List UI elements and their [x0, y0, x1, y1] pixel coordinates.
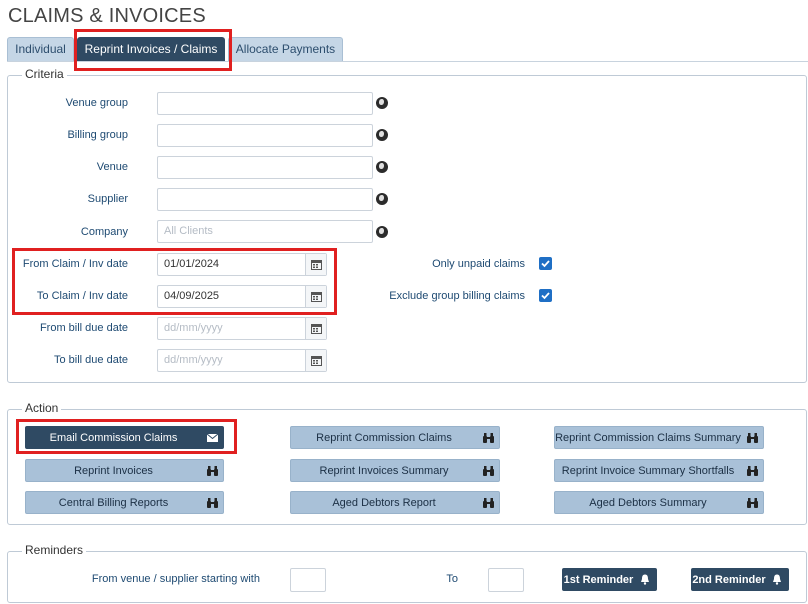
billing-group-input[interactable]: [157, 124, 373, 147]
binoculars-icon: [741, 465, 763, 476]
exclude-group-checkbox[interactable]: [539, 289, 552, 302]
reprint-commission-claims-button[interactable]: Reprint Commission Claims: [290, 426, 500, 449]
to-bill-due-label: To bill due date: [54, 354, 128, 366]
from-bill-due-input[interactable]: dd/mm/yyyy: [157, 317, 327, 340]
reprint-commission-claims-summary-label: Reprint Commission Claims Summary: [555, 431, 741, 444]
venue-group-input[interactable]: [157, 92, 373, 115]
tab-reprint-invoices-claims[interactable]: Reprint Invoices / Claims: [77, 37, 225, 61]
to-label: To: [446, 573, 458, 585]
reminders-legend: Reminders: [22, 543, 87, 557]
to-bill-due-input[interactable]: dd/mm/yyyy: [157, 349, 327, 372]
company-label: Company: [80, 226, 128, 238]
binoculars-icon: [741, 497, 763, 508]
to-claim-date-input[interactable]: 04/09/2025: [157, 285, 327, 308]
to-input[interactable]: [488, 568, 524, 592]
calendar-icon[interactable]: [305, 286, 326, 307]
bell-icon: [634, 574, 656, 585]
reprint-invoices-summary-label: Reprint Invoices Summary: [319, 464, 449, 477]
tab-allocate-payments[interactable]: Allocate Payments: [228, 37, 343, 61]
reprint-invoice-summary-shortfalls-button[interactable]: Reprint Invoice Summary Shortfalls: [554, 459, 764, 482]
aged-debtors-report-label: Aged Debtors Report: [332, 496, 436, 509]
first-reminder-button[interactable]: 1st Reminder: [562, 568, 657, 591]
company-input[interactable]: All Clients: [157, 220, 373, 243]
central-billing-reports-label: Central Billing Reports: [58, 496, 169, 509]
supplier-input[interactable]: [157, 188, 373, 211]
email-commission-claims-button[interactable]: Email Commission Claims: [25, 426, 224, 449]
aged-debtors-summary-label: Aged Debtors Summary: [589, 496, 707, 509]
reprint-commission-claims-summary-button[interactable]: Reprint Commission Claims Summary: [554, 426, 764, 449]
calendar-icon[interactable]: [305, 254, 326, 275]
binoculars-icon: [477, 465, 499, 476]
globe-icon[interactable]: [376, 193, 388, 205]
aged-debtors-report-button[interactable]: Aged Debtors Report: [290, 491, 500, 514]
exclude-group-label: Exclude group billing claims: [389, 290, 525, 302]
from-venue-supplier-input[interactable]: [290, 568, 326, 592]
second-reminder-button[interactable]: 2nd Reminder: [691, 568, 789, 591]
envelope-icon: [201, 433, 223, 442]
page-title: CLAIMS & INVOICES: [8, 5, 206, 27]
from-venue-supplier-label: From venue / supplier starting with: [91, 573, 260, 585]
from-claim-date-value: 01/01/2024: [164, 258, 220, 270]
from-claim-date-label: From Claim / Inv date: [22, 258, 128, 270]
action-legend: Action: [22, 401, 62, 415]
only-unpaid-label: Only unpaid claims: [432, 258, 525, 270]
calendar-icon[interactable]: [305, 350, 326, 371]
binoculars-icon: [741, 432, 763, 443]
to-bill-due-placeholder: dd/mm/yyyy: [164, 354, 223, 366]
binoculars-icon: [477, 432, 499, 443]
supplier-label: Supplier: [87, 193, 128, 205]
criteria-legend: Criteria: [22, 67, 67, 81]
tab-individual[interactable]: Individual: [7, 37, 74, 61]
bell-icon: [766, 574, 788, 585]
binoculars-icon: [201, 497, 223, 508]
binoculars-icon: [477, 497, 499, 508]
binoculars-icon: [201, 465, 223, 476]
reprint-invoices-button[interactable]: Reprint Invoices: [25, 459, 224, 482]
first-reminder-label: 1st Reminder: [563, 573, 634, 586]
tab-bar: Individual Reprint Invoices / Claims All…: [7, 37, 808, 62]
reprint-invoices-summary-button[interactable]: Reprint Invoices Summary: [290, 459, 500, 482]
to-claim-date-value: 04/09/2025: [164, 290, 220, 302]
globe-icon[interactable]: [376, 161, 388, 173]
billing-group-label: Billing group: [67, 129, 128, 141]
only-unpaid-checkbox[interactable]: [539, 257, 552, 270]
venue-input[interactable]: [157, 156, 373, 179]
to-claim-date-label: To Claim / Inv date: [36, 290, 128, 302]
aged-debtors-summary-button[interactable]: Aged Debtors Summary: [554, 491, 764, 514]
reprint-invoice-summary-shortfalls-label: Reprint Invoice Summary Shortfalls: [561, 464, 735, 477]
venue-label: Venue: [96, 161, 128, 173]
central-billing-reports-button[interactable]: Central Billing Reports: [25, 491, 224, 514]
email-commission-claims-label: Email Commission Claims: [49, 431, 178, 444]
second-reminder-label: 2nd Reminder: [692, 573, 766, 586]
globe-icon[interactable]: [376, 129, 388, 141]
globe-icon[interactable]: [376, 97, 388, 109]
from-bill-due-label: From bill due date: [39, 322, 128, 334]
from-bill-due-placeholder: dd/mm/yyyy: [164, 322, 223, 334]
venue-group-label: Venue group: [65, 97, 128, 109]
reprint-invoices-label: Reprint Invoices: [74, 464, 153, 477]
calendar-icon[interactable]: [305, 318, 326, 339]
from-claim-date-input[interactable]: 01/01/2024: [157, 253, 327, 276]
reprint-commission-claims-label: Reprint Commission Claims: [316, 431, 452, 444]
globe-icon[interactable]: [376, 226, 388, 238]
